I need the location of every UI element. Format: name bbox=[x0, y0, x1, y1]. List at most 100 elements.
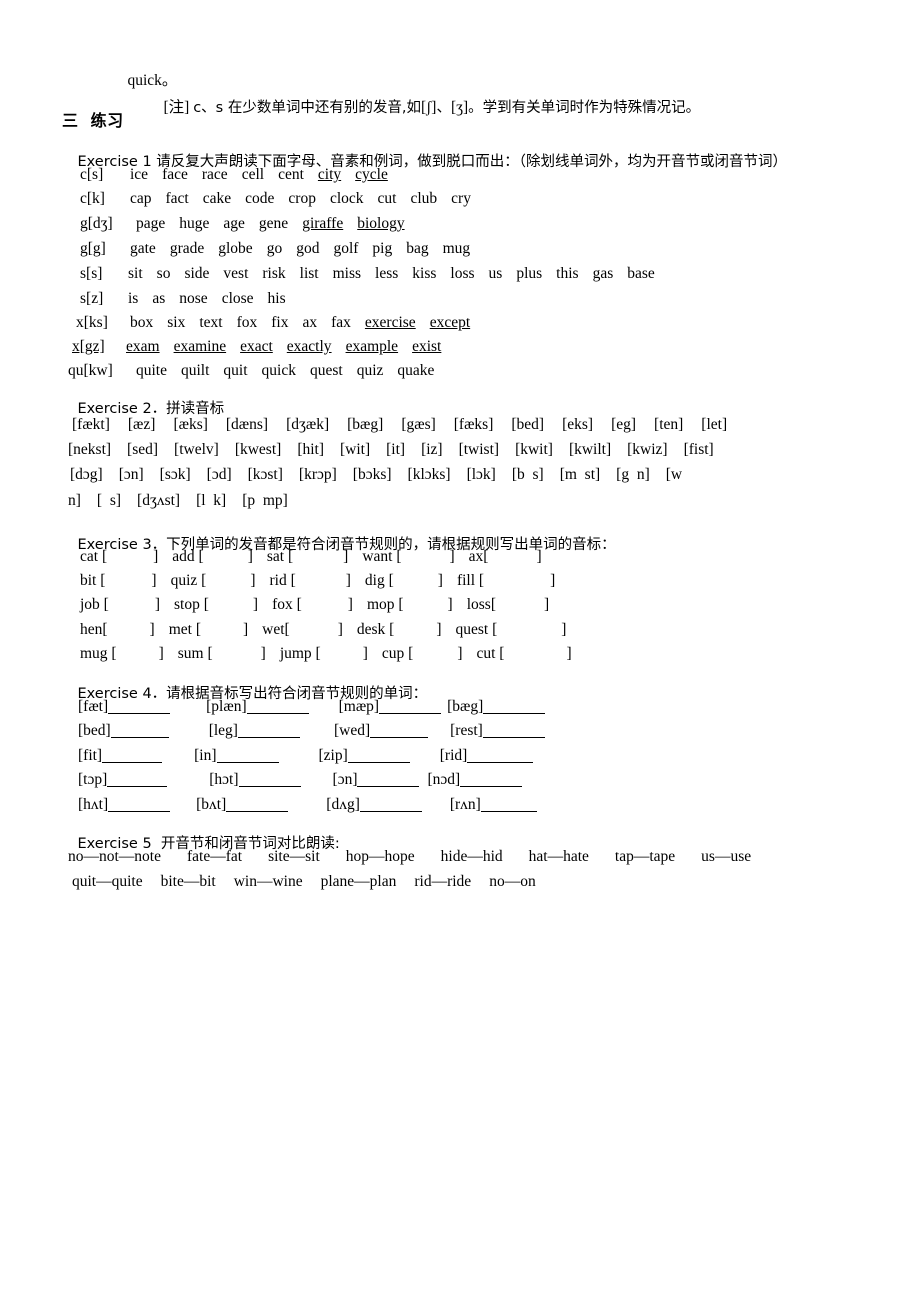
phonetic-symbol: [ s] bbox=[96, 492, 122, 509]
phonetic-symbol: [bæg] bbox=[347, 416, 384, 433]
exercise1-row: g[g] gate grade globe go god golf pig bag mug bbox=[80, 240, 484, 258]
phonetic-symbol: [dæns] bbox=[225, 416, 269, 433]
exercise1-word: cake bbox=[202, 190, 232, 207]
exercise1-word: his bbox=[267, 290, 286, 307]
exercise1-row-tag: x[gz] bbox=[72, 338, 105, 355]
exercise1-word: fix bbox=[271, 314, 289, 331]
exercise1-word: risk bbox=[262, 265, 286, 282]
exercise1-word: us bbox=[488, 265, 503, 282]
phonetic-symbol: [twelv] bbox=[174, 441, 219, 458]
exercise1-word: gas bbox=[592, 265, 614, 282]
exercise3-item: wet[] bbox=[262, 621, 343, 638]
exercise3-close-bracket: ] bbox=[247, 548, 253, 565]
phonetic-symbol: [twist] bbox=[458, 441, 500, 458]
exercise4-phonetic: [wed] bbox=[333, 722, 371, 739]
exercise1-word: mug bbox=[442, 240, 471, 257]
exercise1-word: fact bbox=[165, 190, 189, 207]
exercise4-answer-blank[interactable] bbox=[246, 698, 309, 714]
exercise4-row: [fit] [in] [zip] [rid] bbox=[78, 747, 534, 765]
phonetic-symbol: [dɔg] bbox=[70, 466, 103, 483]
phonetic-symbol: [p mp] bbox=[242, 492, 288, 509]
exercise1-word: city bbox=[317, 166, 342, 183]
exercise4-answer-blank[interactable] bbox=[467, 747, 534, 763]
note-symbol-2: [ʒ] bbox=[450, 98, 469, 116]
exercise1-row-tag: x[ks] bbox=[76, 314, 108, 331]
exercise4-answer-blank[interactable] bbox=[482, 722, 545, 738]
exercise4-answer-blank[interactable] bbox=[480, 796, 537, 812]
exercise3-word: met [ bbox=[168, 621, 201, 638]
exercise3-item: add [] bbox=[172, 548, 253, 565]
exercise4-phonetic: [fæt] bbox=[78, 698, 109, 715]
exercise5-word-pair: hide—hid bbox=[440, 848, 503, 865]
exercise3-item: hen[] bbox=[80, 621, 155, 638]
exercise1-row-tag: g[dʒ] bbox=[80, 215, 113, 232]
exercise5-word-pair: rid—ride bbox=[414, 873, 472, 890]
exercise4-answer-blank[interactable] bbox=[237, 722, 300, 738]
phonetic-symbol: [bed] bbox=[511, 416, 545, 433]
exercise1-row: g[dʒ] page huge age gene giraffe biology bbox=[80, 215, 419, 233]
phonetic-symbol: [fæks] bbox=[453, 416, 494, 433]
exercise1-word: gate bbox=[130, 240, 156, 257]
exercise4-answer-blank[interactable] bbox=[460, 771, 523, 787]
exercise1-word: go bbox=[266, 240, 283, 257]
exercise3-word: sum [ bbox=[177, 645, 213, 662]
exercise1-word: as bbox=[152, 290, 166, 307]
exercise4-phonetic: [bʌt] bbox=[196, 796, 227, 813]
exercise1-word: kiss bbox=[412, 265, 437, 282]
exercise5-word-pair: plane—plan bbox=[320, 873, 397, 890]
exercise1-word: close bbox=[221, 290, 254, 307]
exercise2-heading-text: Exercise 2．拼读音标 bbox=[77, 400, 225, 417]
exercise3-item: rid [] bbox=[269, 572, 350, 589]
exercise1-word: cycle bbox=[355, 166, 388, 183]
exercise3-word: cat [ bbox=[80, 548, 108, 565]
exercise4-answer-blank[interactable] bbox=[483, 698, 546, 714]
exercise1-word: golf bbox=[333, 240, 359, 257]
exercise4-answer-blank[interactable] bbox=[107, 771, 168, 787]
exercise4-answer-blank[interactable] bbox=[359, 796, 422, 812]
exercise4-answer-blank[interactable] bbox=[216, 747, 279, 763]
exercise1-row: qu[kw] quite quilt quit quick quest quiz quake bbox=[68, 362, 448, 380]
exercise5-word-pair: site—sit bbox=[268, 848, 320, 865]
phonetic-symbol: [ɔd] bbox=[206, 466, 232, 483]
exercise3-item: cat [] bbox=[80, 548, 158, 565]
exercise5-word-pair: hat—hate bbox=[528, 848, 589, 865]
exercise3-item: ax[] bbox=[469, 548, 542, 565]
exercise4-answer-blank[interactable] bbox=[238, 771, 301, 787]
exercise4-answer-blank[interactable] bbox=[370, 722, 429, 738]
exercise1-word: exact bbox=[240, 338, 273, 355]
exercise4-answer-blank[interactable] bbox=[102, 747, 163, 763]
exercise1-word: quest bbox=[309, 362, 343, 379]
exercise3-word: dig [ bbox=[364, 572, 394, 589]
exercise3-item: cup [] bbox=[382, 645, 463, 662]
exercise1-row-tag: g[g] bbox=[80, 240, 106, 257]
exercise1-word: age bbox=[223, 215, 245, 232]
exercise3-word: job [ bbox=[80, 596, 109, 613]
exercise3-word: want [ bbox=[362, 548, 402, 565]
exercise4-answer-blank[interactable] bbox=[379, 698, 442, 714]
exercise4-answer-blank[interactable] bbox=[357, 771, 420, 787]
phonetic-symbol: [let] bbox=[701, 416, 728, 433]
exercise3-close-bracket: ] bbox=[149, 621, 155, 638]
exercise3-close-bracket: ] bbox=[447, 596, 453, 613]
phonetic-symbol: [kwit] bbox=[515, 441, 553, 458]
exercise4-answer-blank[interactable] bbox=[110, 722, 169, 738]
exercise3-close-bracket: ] bbox=[449, 548, 455, 565]
exercise4-answer-blank[interactable] bbox=[347, 747, 410, 763]
exercise4-item: [dʌg] bbox=[326, 796, 422, 813]
exercise1-word: quiz bbox=[356, 362, 384, 379]
exercise1-word: list bbox=[299, 265, 319, 282]
exercise3-item: mug [] bbox=[80, 645, 164, 662]
exercise1-word: miss bbox=[332, 265, 362, 282]
exercise1-word: club bbox=[410, 190, 438, 207]
exercise3-word: mop [ bbox=[366, 596, 404, 613]
exercise3-word: mug [ bbox=[80, 645, 117, 662]
exercise3-item: met [] bbox=[169, 621, 248, 638]
exercise1-word: exercise bbox=[364, 314, 416, 331]
exercise4-answer-blank[interactable] bbox=[108, 698, 171, 714]
exercise1-row-tag: qu[kw] bbox=[68, 362, 113, 379]
exercise4-answer-blank[interactable] bbox=[226, 796, 289, 812]
phonetic-symbol: [kwiz] bbox=[627, 441, 668, 458]
exercise3-word: quest [ bbox=[455, 621, 498, 638]
exercise4-answer-blank[interactable] bbox=[108, 796, 171, 812]
note-symbol-1: [ʃ] bbox=[420, 98, 437, 116]
